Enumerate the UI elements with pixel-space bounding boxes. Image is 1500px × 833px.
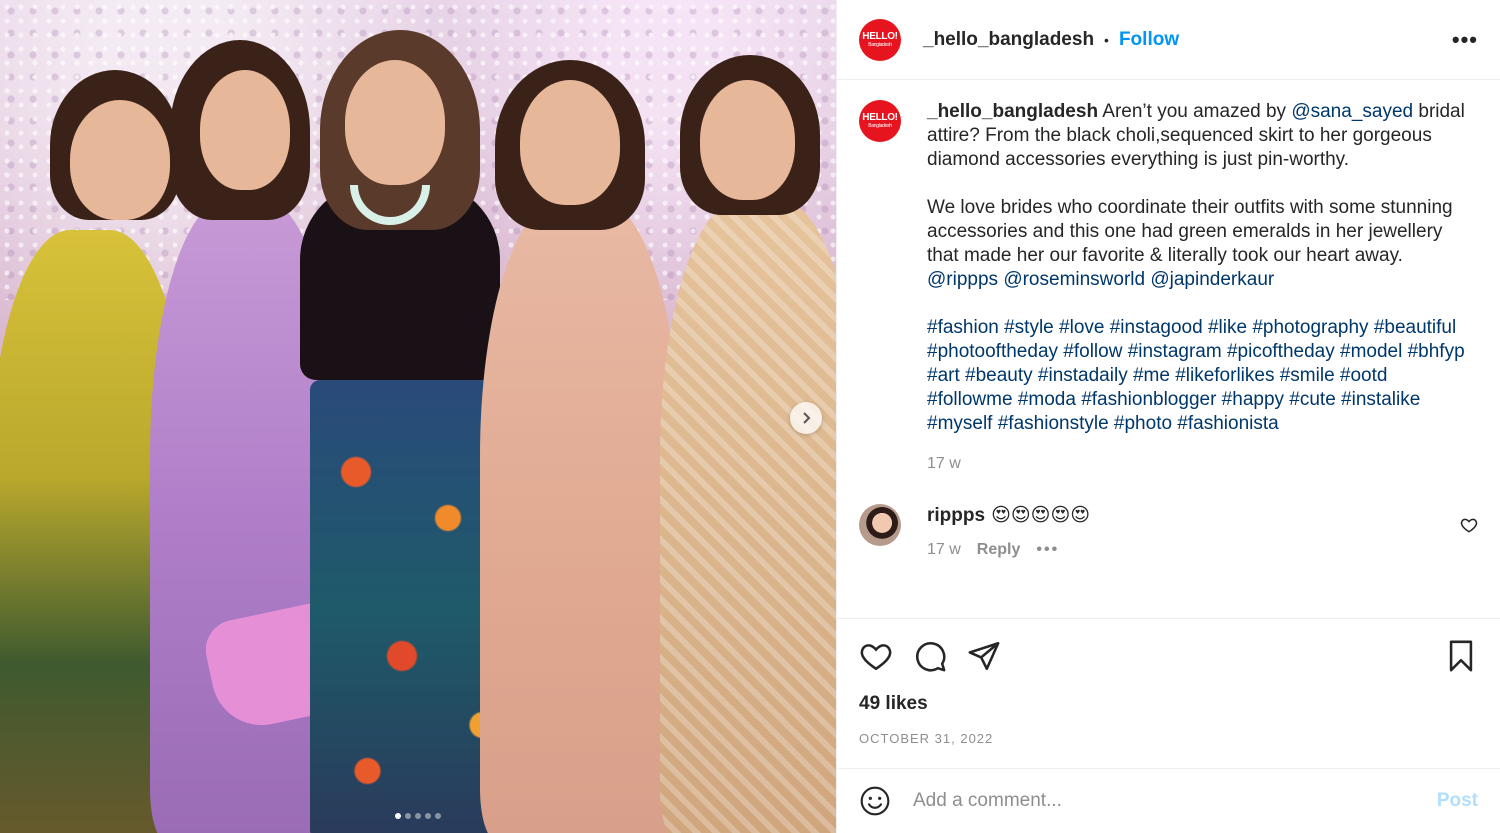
comment-like-icon[interactable]	[1460, 516, 1478, 534]
caption-intro: _hello_bangladesh Aren’t you amazed by @…	[927, 100, 1478, 172]
commenter-username[interactable]: rippps	[927, 505, 985, 526]
caption-text: Aren’t you amazed by	[1098, 101, 1292, 122]
figure-1-face	[70, 100, 170, 220]
carousel-dot	[415, 813, 421, 819]
comment-bubble-icon[interactable]	[913, 639, 947, 673]
comment-input[interactable]	[913, 790, 1437, 812]
post-caption: HELLO! Bangladesh _hello_bangladesh Aren…	[859, 100, 1478, 476]
reply-button[interactable]: Reply	[977, 541, 1021, 559]
commenter-avatar[interactable]	[859, 504, 901, 546]
post-actions: 49 likes OCTOBER 31, 2022	[837, 618, 1500, 768]
carousel-next-button[interactable]	[790, 402, 822, 434]
caption-mentions[interactable]: @rippps @roseminsworld @japinderkaur	[927, 268, 1478, 292]
account-avatar[interactable]: HELLO! Bangladesh	[859, 18, 901, 61]
share-paper-plane-icon[interactable]	[967, 639, 1001, 673]
carousel-dots	[0, 813, 836, 819]
logo-text: HELLO!	[862, 112, 898, 123]
add-comment-bar: Post	[837, 768, 1500, 833]
comment-body: rippps 😍😍😍😍😍 17 w Reply •••	[927, 504, 1090, 559]
comment-options-button[interactable]: •••	[1036, 541, 1059, 559]
follow-button[interactable]: Follow	[1119, 29, 1179, 51]
carousel-dot	[435, 813, 441, 819]
figure-3-face	[345, 60, 445, 185]
carousel-dot	[425, 813, 431, 819]
comment-item: rippps 😍😍😍😍😍 17 w Reply •••	[859, 504, 1478, 559]
post-date: OCTOBER 31, 2022	[859, 731, 994, 746]
carousel-dot	[395, 813, 401, 819]
caption-paragraph: We love brides who coordinate their outf…	[927, 197, 1453, 266]
caption-username[interactable]: _hello_bangladesh	[927, 101, 1098, 122]
carousel-dot	[405, 813, 411, 819]
logo-subtext: Bangladesh	[868, 41, 892, 48]
caption-avatar[interactable]: HELLO! Bangladesh	[859, 100, 901, 142]
figure-5	[660, 200, 836, 833]
post-comment-button[interactable]: Post	[1437, 790, 1478, 812]
comment-text: 😍😍😍😍😍	[991, 505, 1091, 526]
like-heart-icon[interactable]	[859, 639, 893, 673]
post-header: HELLO! Bangladesh _hello_bangladesh • Fo…	[837, 0, 1500, 80]
likes-count[interactable]: 49 likes	[859, 693, 1478, 715]
figure-2-face	[200, 70, 290, 190]
caption-body: _hello_bangladesh Aren’t you amazed by @…	[927, 100, 1478, 476]
figure-4	[480, 200, 680, 833]
post-photo[interactable]	[0, 0, 836, 833]
action-icons-row	[859, 619, 1478, 693]
caption-time[interactable]: 17 w	[927, 452, 1478, 476]
caption-hashtags[interactable]: #fashion #style #love #instagood #like #…	[927, 316, 1478, 436]
chevron-right-icon	[803, 412, 811, 424]
more-options-button[interactable]: •••	[1452, 27, 1478, 53]
comments-section: HELLO! Bangladesh _hello_bangladesh Aren…	[837, 80, 1500, 618]
comment-meta: 17 w Reply •••	[927, 541, 1090, 559]
logo-subtext: Bangladesh	[868, 123, 892, 129]
logo-text: HELLO!	[862, 30, 898, 42]
caption-mention[interactable]: @sana_sayed	[1291, 101, 1413, 122]
account-username[interactable]: _hello_bangladesh	[923, 29, 1094, 51]
figure-4-face	[520, 80, 620, 205]
comment-time[interactable]: 17 w	[927, 541, 961, 559]
save-bookmark-icon[interactable]	[1444, 639, 1478, 673]
emoji-picker-icon[interactable]	[859, 785, 891, 817]
post-side-panel: HELLO! Bangladesh _hello_bangladesh • Fo…	[836, 0, 1500, 833]
separator-dot: •	[1104, 31, 1109, 48]
figure-5-face	[700, 80, 795, 200]
